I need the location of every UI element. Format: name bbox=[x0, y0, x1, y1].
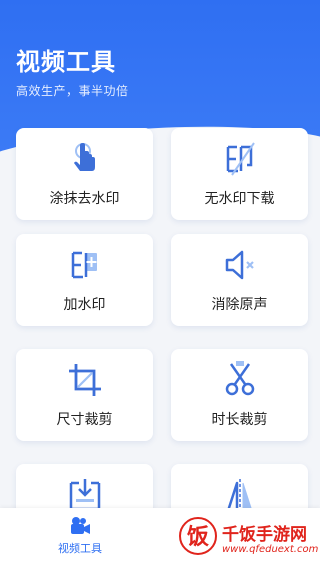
page-title: 视频工具 bbox=[16, 48, 116, 76]
tool-label: 尺寸裁剪 bbox=[56, 412, 113, 428]
site-watermark-title: 千饭手游网 bbox=[222, 525, 307, 545]
video-camera-icon bbox=[71, 517, 90, 534]
tool-label: 时长裁剪 bbox=[211, 412, 268, 428]
tool-label: 消除原声 bbox=[211, 297, 268, 313]
tool-card-smear-remove-watermark[interactable]: 涂抹去水印 bbox=[16, 128, 153, 220]
speaker-mute-icon bbox=[225, 250, 254, 280]
site-logo-icon: 饭 bbox=[179, 517, 217, 555]
tap-finger-icon bbox=[73, 143, 95, 171]
stamp-plus-icon bbox=[71, 251, 97, 279]
tool-card-add-watermark[interactable]: 加水印 bbox=[16, 234, 153, 326]
stamp-slash-icon bbox=[226, 142, 255, 176]
tab-label: 视频工具 bbox=[58, 542, 102, 555]
tool-card-no-watermark-download[interactable]: 无水印下载 bbox=[171, 128, 308, 220]
site-watermark-url: www.qfeduext.com bbox=[222, 544, 319, 555]
tool-label: 涂抹去水印 bbox=[49, 191, 120, 207]
tool-label: 无水印下载 bbox=[204, 191, 275, 207]
site-logo-char: 饭 bbox=[187, 524, 209, 550]
tool-card-size-crop[interactable]: 尺寸裁剪 bbox=[16, 349, 153, 441]
page-subtitle: 高效生产，事半功倍 bbox=[16, 84, 129, 98]
scissors-icon bbox=[225, 361, 254, 396]
tool-card-remove-original-audio[interactable]: 消除原声 bbox=[171, 234, 308, 326]
site-watermark: 饭 千饭手游网 www.qfeduext.com bbox=[178, 514, 318, 560]
tool-label: 加水印 bbox=[63, 297, 106, 313]
tool-card-duration-trim[interactable]: 时长裁剪 bbox=[171, 349, 308, 441]
crop-icon bbox=[68, 364, 101, 396]
tab-video-tools[interactable]: 视频工具 bbox=[40, 516, 120, 556]
